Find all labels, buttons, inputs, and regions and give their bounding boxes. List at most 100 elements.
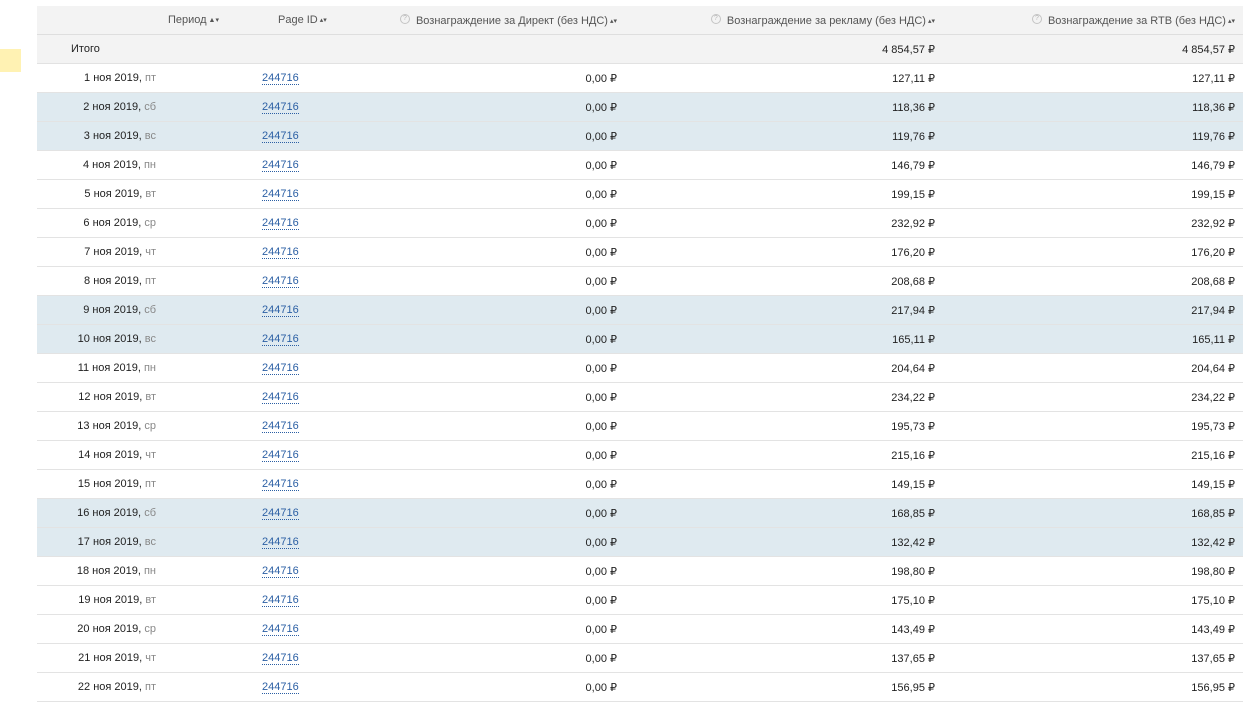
page-id-cell: 244716	[227, 121, 317, 151]
page-id-link[interactable]: 244716	[262, 246, 299, 259]
direct-reward-cell: 0,00 ₽	[317, 353, 625, 383]
weekday-text: вт	[145, 188, 156, 200]
column-header-label: Page ID	[278, 14, 318, 26]
total-label: Итого	[37, 34, 227, 64]
period-cell: 16 ноя 2019, сб	[37, 498, 227, 528]
sort-icon[interactable]: ▴▾	[610, 18, 617, 25]
page-id-link[interactable]: 244716	[262, 478, 299, 491]
period-cell: 7 ноя 2019, чт	[37, 237, 227, 267]
rtb-reward-cell: 232,92 ₽	[943, 208, 1243, 238]
date-text: 7 ноя 2019,	[84, 246, 143, 258]
ads-reward-cell: 199,15 ₽	[625, 179, 943, 209]
table-row: 17 ноя 2019, вс 244716 0,00 ₽ 132,42 ₽ 1…	[37, 527, 1243, 557]
rtb-reward-cell: 132,42 ₽	[943, 527, 1243, 557]
page-id-link[interactable]: 244716	[262, 391, 299, 404]
column-header-ads-reward[interactable]: ? Вознаграждение за рекламу (без НДС) ▴▾	[625, 6, 943, 35]
page-id-link[interactable]: 244716	[262, 333, 299, 346]
rtb-reward-cell: 195,73 ₽	[943, 411, 1243, 441]
direct-reward-cell: 0,00 ₽	[317, 643, 625, 673]
page-id-cell: 244716	[227, 353, 317, 383]
weekday-text: ср	[144, 420, 156, 432]
sidebar-collapsed-tab[interactable]	[0, 49, 21, 72]
ads-reward-cell: 175,10 ₽	[625, 585, 943, 615]
total-row: Итого 4 854,57 ₽ 4 854,57 ₽	[37, 34, 1243, 64]
page-id-link[interactable]: 244716	[262, 420, 299, 433]
period-cell: 19 ноя 2019, вт	[37, 585, 227, 615]
page-id-link[interactable]: 244716	[262, 652, 299, 665]
rtb-reward-cell: 217,94 ₽	[943, 295, 1243, 325]
period-cell: 13 ноя 2019, ср	[37, 411, 227, 441]
date-text: 19 ноя 2019,	[78, 594, 143, 606]
page-id-link[interactable]: 244716	[262, 217, 299, 230]
ads-reward-cell: 127,11 ₽	[625, 63, 943, 93]
rtb-reward-cell: 146,79 ₽	[943, 150, 1243, 180]
column-header-direct-reward[interactable]: ? Вознаграждение за Директ (без НДС) ▴▾	[317, 6, 625, 35]
period-cell: 17 ноя 2019, вс	[37, 527, 227, 557]
help-icon[interactable]: ?	[710, 13, 721, 24]
page-id-cell: 244716	[227, 266, 317, 296]
column-header-page-id[interactable]: Page ID ▴▾	[227, 6, 327, 35]
page-id-link[interactable]: 244716	[262, 101, 299, 114]
page-id-link[interactable]: 244716	[262, 304, 299, 317]
page-id-link[interactable]: 244716	[262, 72, 299, 85]
weekday-text: ср	[144, 217, 156, 229]
date-text: 4 ноя 2019,	[83, 159, 141, 171]
page-id-link[interactable]: 244716	[262, 130, 299, 143]
page-id-cell: 244716	[227, 556, 317, 586]
weekday-text: чт	[145, 652, 156, 664]
ads-reward-cell: 208,68 ₽	[625, 266, 943, 296]
direct-reward-cell: 0,00 ₽	[317, 672, 625, 702]
page-id-link[interactable]: 244716	[262, 507, 299, 520]
rtb-reward-cell: 156,95 ₽	[943, 672, 1243, 702]
page-id-link[interactable]: 244716	[262, 188, 299, 201]
period-cell: 12 ноя 2019, вт	[37, 382, 227, 412]
page-id-link[interactable]: 244716	[262, 449, 299, 462]
table-row: 20 ноя 2019, ср 244716 0,00 ₽ 143,49 ₽ 1…	[37, 614, 1243, 644]
weekday-text: пт	[145, 72, 156, 84]
date-text: 15 ноя 2019,	[77, 478, 142, 490]
date-text: 13 ноя 2019,	[77, 420, 142, 432]
page-id-link[interactable]: 244716	[262, 536, 299, 549]
direct-reward-cell: 0,00 ₽	[317, 382, 625, 412]
direct-reward-cell: 0,00 ₽	[317, 527, 625, 557]
page-id-link[interactable]: 244716	[262, 159, 299, 172]
date-text: 10 ноя 2019,	[77, 333, 142, 345]
page-id-link[interactable]: 244716	[262, 681, 299, 694]
ads-reward-cell: 137,65 ₽	[625, 643, 943, 673]
direct-reward-cell: 0,00 ₽	[317, 92, 625, 122]
direct-reward-cell: 0,00 ₽	[317, 150, 625, 180]
period-cell: 15 ноя 2019, пт	[37, 469, 227, 499]
direct-reward-cell: 0,00 ₽	[317, 63, 625, 93]
date-text: 21 ноя 2019,	[78, 652, 143, 664]
statistics-table: Период ▲▾ Page ID ▴▾ ? Вознаграждение за Ди…	[37, 6, 1243, 702]
page-id-link[interactable]: 244716	[262, 362, 299, 375]
ads-reward-cell: 232,92 ₽	[625, 208, 943, 238]
page-id-link[interactable]: 244716	[262, 623, 299, 636]
help-icon[interactable]: ?	[1031, 13, 1042, 24]
sort-icon[interactable]: ▴▾	[1228, 18, 1235, 25]
rtb-reward-cell: 199,15 ₽	[943, 179, 1243, 209]
sort-icon[interactable]: ▴▾	[928, 18, 935, 25]
ads-reward-cell: 234,22 ₽	[625, 382, 943, 412]
direct-reward-cell: 0,00 ₽	[317, 556, 625, 586]
page-id-link[interactable]: 244716	[262, 594, 299, 607]
date-text: 14 ноя 2019,	[78, 449, 143, 461]
sort-icon[interactable]: ▴▾	[320, 17, 327, 24]
weekday-text: сб	[144, 304, 156, 316]
column-header-period[interactable]: Период ▲▾	[37, 6, 227, 35]
left-sidebar	[0, 0, 37, 704]
page-id-link[interactable]: 244716	[262, 565, 299, 578]
ads-reward-cell: 146,79 ₽	[625, 150, 943, 180]
column-header-rtb-reward[interactable]: ? Вознаграждение за RTB (без НДС) ▴▾	[943, 6, 1243, 35]
direct-reward-cell: 0,00 ₽	[317, 295, 625, 325]
period-cell: 14 ноя 2019, чт	[37, 440, 227, 470]
weekday-text: вс	[144, 333, 156, 345]
table-row: 11 ноя 2019, пн 244716 0,00 ₽ 204,64 ₽ 2…	[37, 353, 1243, 383]
page-id-link[interactable]: 244716	[262, 275, 299, 288]
date-text: 11 ноя 2019,	[77, 362, 141, 374]
sort-asc-icon[interactable]: ▲▾	[209, 17, 219, 24]
rtb-reward-cell: 215,16 ₽	[943, 440, 1243, 470]
date-text: 12 ноя 2019,	[78, 391, 143, 403]
help-icon[interactable]: ?	[399, 13, 410, 24]
rtb-reward-cell: 234,22 ₽	[943, 382, 1243, 412]
